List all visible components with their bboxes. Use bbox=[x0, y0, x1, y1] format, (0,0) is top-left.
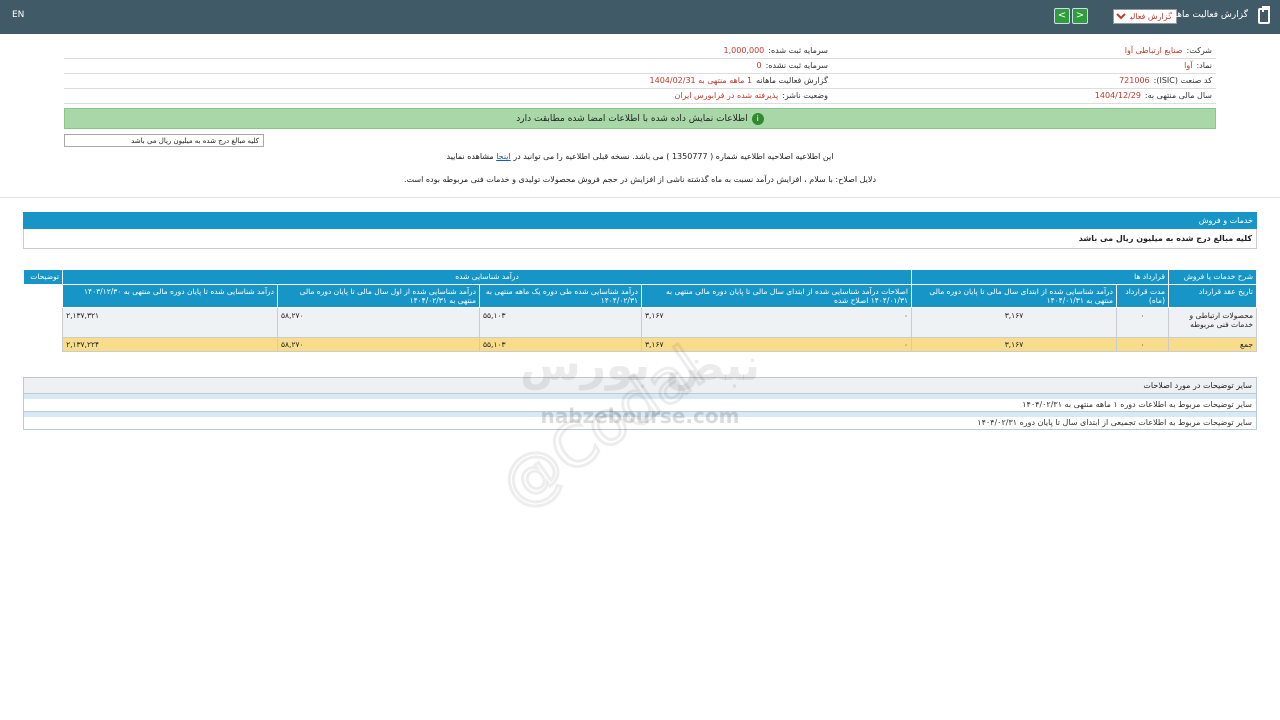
rev-one-month-cell: ۵۵,۱۰۳ bbox=[479, 307, 642, 338]
signature-match-banner: iاطلاعات نمایش داده شده با اطلاعات امضا … bbox=[64, 108, 1216, 129]
total-label: جمع bbox=[1168, 337, 1257, 352]
prev-report-button[interactable]: > bbox=[1072, 8, 1088, 24]
symbol-label: نماد: bbox=[1196, 61, 1212, 70]
table-header-row: شرح خدمات یا فروش قرارداد ها درآمد شناسا… bbox=[22, 269, 1257, 285]
col-rev-to-end: درآمد شناسایی شده از اول سال مالی تا پای… bbox=[277, 284, 480, 308]
amendment-notice: این اطلاعیه اصلاحیه اطلاعیه شماره ( 1350… bbox=[0, 152, 1280, 161]
divider bbox=[0, 197, 1280, 198]
amendment-reason: دلایل اصلاح: با سلام ، افزایش درآمد نسبت… bbox=[403, 175, 877, 184]
total-adjustment-value: ۰ bbox=[903, 340, 908, 349]
total-rev-to-end: ۵۸,۲۷۰ bbox=[277, 337, 480, 352]
isic-cell: کد صنعت (ISIC):721006 bbox=[832, 74, 1216, 88]
total-row: جمع ۰ ۳,۱۶۷ ۰ ۳,۱۶۷ ۵۵,۱۰۳ ۵۸,۲۷۰ ۲,۱۳۷,… bbox=[24, 337, 1257, 352]
rev-to-end-cell: ۵۸,۲۷۰ bbox=[277, 307, 480, 338]
company-label: شرکت: bbox=[1186, 46, 1212, 55]
clipboard-icon bbox=[1258, 6, 1270, 24]
section-note: کلیه مبالغ درج شده به میلیون ریال می باش… bbox=[23, 229, 1257, 249]
notes-line: سایر توضیحات مربوط به اطلاعات دوره ۱ ماه… bbox=[23, 399, 1257, 412]
report-info: شرکت:صنایع ارتباطی آوا سرمایه ثبت شده:1,… bbox=[64, 44, 1216, 104]
info-icon: i bbox=[751, 112, 764, 125]
col-duration: مدت قرارداد (ماه) bbox=[1116, 284, 1169, 308]
period-cell: گزارش فعالیت ماهانه1 ماهه منتهی به 1404/… bbox=[448, 74, 832, 88]
status-value: پذیرفته شده در فرابورس ایران bbox=[674, 91, 779, 100]
notes-header: سایر توضیحات در مورد اصلاحات bbox=[23, 377, 1257, 394]
service-cell: محصولات ارتباطی و خدمات فنی مربوطه bbox=[1168, 307, 1257, 338]
section-title: خدمات و فروش bbox=[23, 212, 1257, 229]
language-toggle[interactable]: EN bbox=[12, 10, 24, 20]
symbol-cell: نماد:آوا bbox=[832, 59, 1216, 73]
watermark: نبض بورس nabzebourse.com @Codal bbox=[487, 331, 760, 510]
total-adjusted-value: ۳,۱۶۷ bbox=[645, 340, 664, 349]
unreg-capital-label: سرمایه ثبت نشده: bbox=[765, 61, 828, 70]
symbol-value: آوا bbox=[1184, 61, 1193, 70]
amendment-text-end: مشاهده نمایید bbox=[446, 152, 494, 161]
capital-value: 1,000,000 bbox=[723, 46, 765, 55]
duration-cell: ۰ bbox=[1116, 307, 1169, 338]
adjustment-value: ۰ bbox=[903, 311, 908, 320]
col-adjustments: اصلاحات درآمد شناسایی شده از ابتدای سال … bbox=[641, 284, 912, 308]
status-label: وضعیت ناشر: bbox=[782, 91, 828, 100]
fiscal-value: 1404/12/29 bbox=[1094, 91, 1141, 100]
rev-from-start-cell: ۳,۱۶۷ bbox=[911, 307, 1117, 338]
col-explanations: توضیحات bbox=[22, 269, 64, 285]
total-rev-prev-year: ۲,۱۳۷,۲۲۴ bbox=[62, 337, 278, 352]
period-label: گزارش فعالیت ماهانه bbox=[756, 76, 828, 85]
previous-version-link[interactable]: اینجا bbox=[496, 152, 510, 161]
amendment-notes: سایر توضیحات در مورد اصلاحات سایر توضیحا… bbox=[23, 377, 1257, 430]
col-contract-date: تاریخ عقد قرارداد bbox=[1168, 284, 1257, 308]
col-revenue: درآمد شناسایی شده bbox=[62, 269, 912, 285]
total-duration: ۰ bbox=[1116, 337, 1169, 352]
rev-prev-year-cell: ۲,۱۳۷,۳۲۱ bbox=[62, 307, 278, 338]
col-rev-prev-year: درآمد شناسایی شده تا پایان دوره مالی منت… bbox=[62, 284, 278, 308]
unit-box: کلیه مبالغ درج شده به میلیون ریال می باش… bbox=[64, 134, 264, 147]
company-cell: شرکت:صنایع ارتباطی آوا bbox=[832, 44, 1216, 58]
page-title: گزارش فعالیت ماهانه bbox=[1167, 10, 1248, 20]
top-bar: EN < > گزارش فعالیت گزارش فعالیت ماهانه bbox=[0, 0, 1280, 34]
col-rev-one-month: درآمد شناسایی شده طی دوره یک ماهه منتهی … bbox=[479, 284, 642, 308]
fiscal-cell: سال مالی منتهی به:1404/12/29 bbox=[832, 89, 1216, 103]
adjusted-value: ۳,۱۶۷ bbox=[645, 311, 664, 320]
status-cell: وضعیت ناشر:پذیرفته شده در فرابورس ایران bbox=[448, 89, 832, 103]
col-rev-from-start: درآمد شناسایی شده از ابتدای سال مالی تا … bbox=[911, 284, 1117, 308]
isic-label: کد صنعت (ISIC): bbox=[1153, 76, 1212, 85]
next-report-button[interactable]: < bbox=[1054, 8, 1070, 24]
info-row: شرکت:صنایع ارتباطی آوا سرمایه ثبت شده:1,… bbox=[64, 44, 1216, 59]
amendment-text: این اطلاعیه اصلاحیه اطلاعیه شماره ( 1350… bbox=[513, 152, 834, 161]
unreg-capital-cell: سرمایه ثبت نشده:0 bbox=[448, 59, 832, 73]
fiscal-label: سال مالی منتهی به: bbox=[1144, 91, 1212, 100]
capital-cell: سرمایه ثبت شده:1,000,000 bbox=[448, 44, 832, 58]
company-value: صنایع ارتباطی آوا bbox=[1124, 46, 1183, 55]
revenue-table: شرح خدمات یا فروش قرارداد ها درآمد شناسا… bbox=[22, 269, 1257, 352]
total-adjustments-cell: ۰ ۳,۱۶۷ bbox=[641, 337, 912, 352]
isic-value: 721006 bbox=[1119, 76, 1150, 85]
table-row: محصولات ارتباطی و خدمات فنی مربوطه ۰ ۳,۱… bbox=[24, 307, 1257, 338]
total-rev-from-start: ۳,۱۶۷ bbox=[911, 337, 1117, 352]
total-rev-one-month: ۵۵,۱۰۳ bbox=[479, 337, 642, 352]
capital-label: سرمایه ثبت شده: bbox=[768, 46, 828, 55]
info-row: کد صنعت (ISIC):721006 گزارش فعالیت ماهان… bbox=[64, 74, 1216, 89]
col-services: شرح خدمات یا فروش bbox=[1168, 269, 1257, 285]
info-row: نماد:آوا سرمایه ثبت نشده:0 bbox=[64, 59, 1216, 74]
table-subheader-row: تاریخ عقد قرارداد مدت قرارداد (ماه) درآم… bbox=[24, 284, 1257, 308]
banner-text: اطلاعات نمایش داده شده با اطلاعات امضا ش… bbox=[516, 114, 748, 124]
info-row: سال مالی منتهی به:1404/12/29 وضعیت ناشر:… bbox=[64, 89, 1216, 104]
period-value: 1 ماهه منتهی به 1404/02/31 bbox=[649, 76, 753, 85]
notes-line: سایر توضیحات مربوط به اطلاعات تجمیعی از … bbox=[23, 417, 1257, 430]
adjustments-cell: ۰ ۳,۱۶۷ bbox=[641, 307, 912, 338]
col-contracts: قرارداد ها bbox=[911, 269, 1169, 285]
unreg-capital-value: 0 bbox=[756, 61, 762, 70]
